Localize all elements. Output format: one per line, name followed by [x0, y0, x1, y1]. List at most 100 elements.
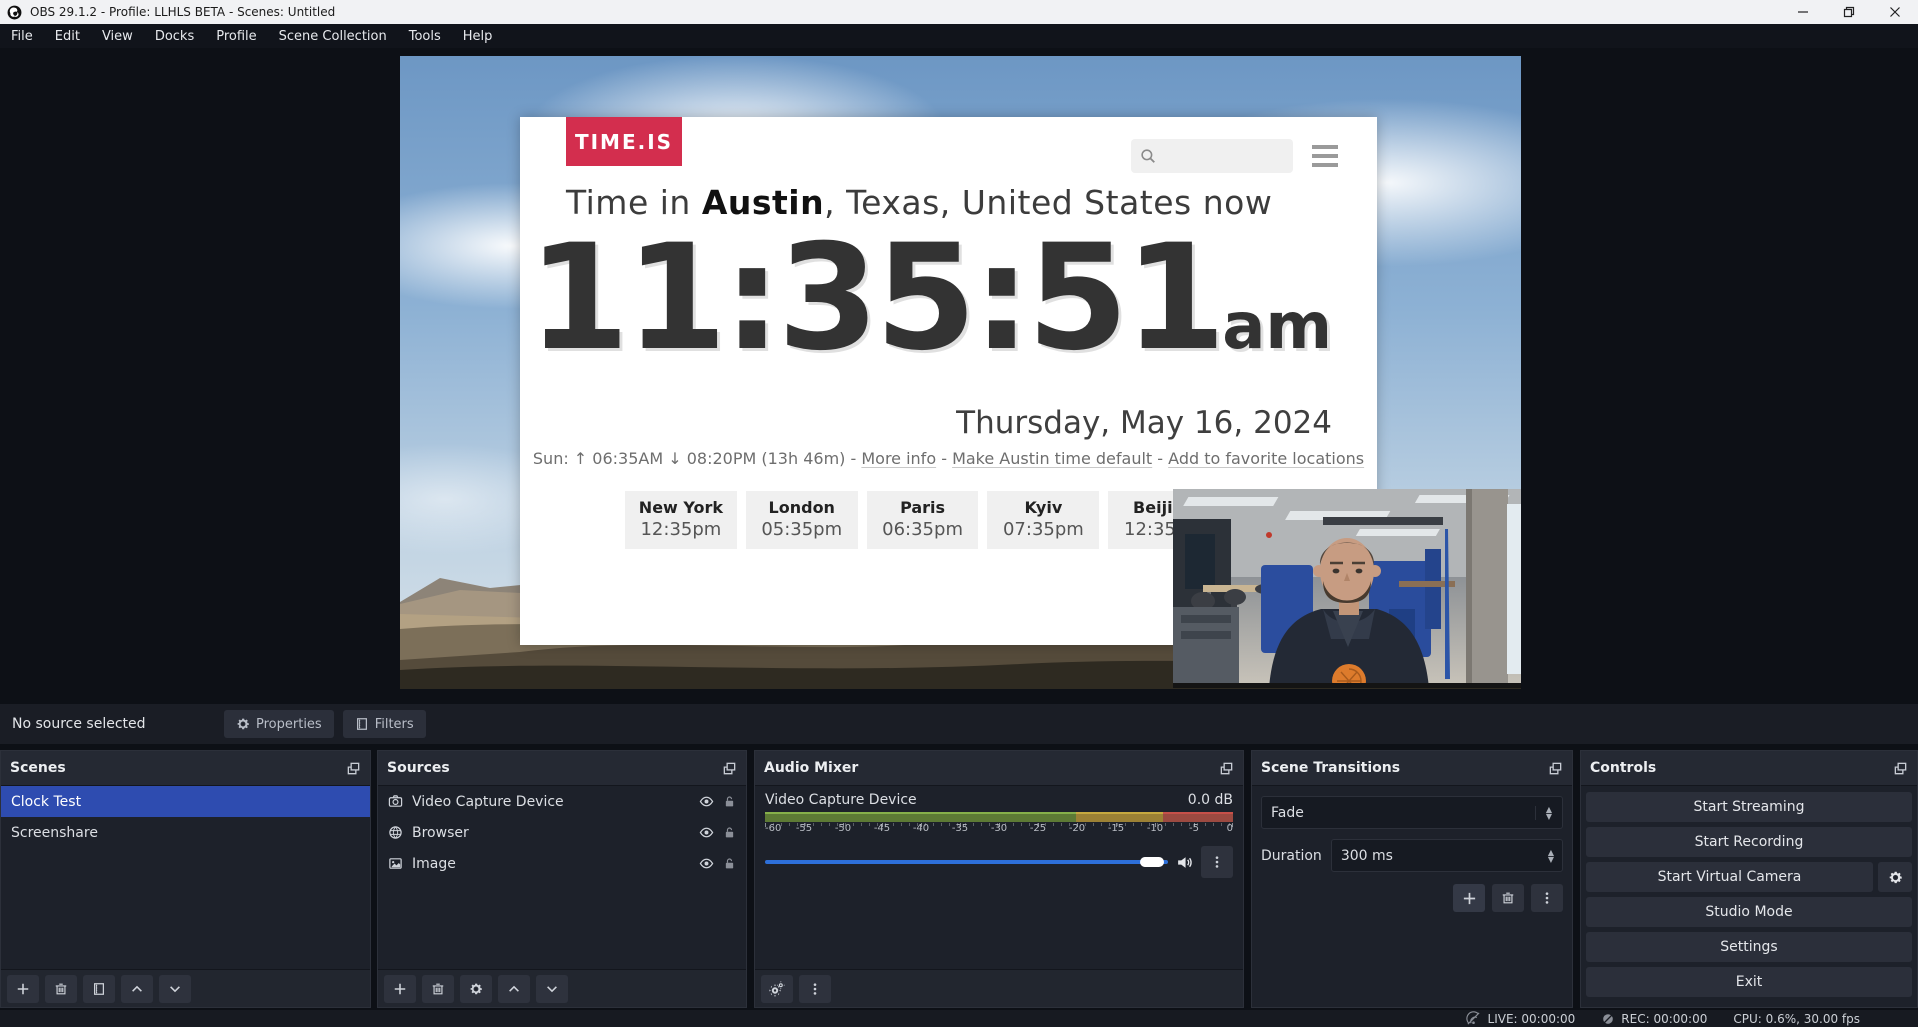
- mixer-menu-kebab-button[interactable]: [799, 975, 831, 1003]
- menu-profile[interactable]: Profile: [205, 24, 267, 48]
- volume-meter: [765, 812, 1233, 822]
- city-kyiv[interactable]: Kyiv07:35pm: [987, 491, 1099, 549]
- window-titlebar[interactable]: OBS 29.1.2 - Profile: LLHLS BETA - Scene…: [0, 0, 1918, 24]
- popout-icon[interactable]: [346, 761, 361, 776]
- advanced-audio-button[interactable]: [761, 975, 793, 1003]
- search-icon: [1139, 147, 1157, 165]
- globe-icon: [388, 825, 403, 840]
- lock-icon[interactable]: [723, 795, 736, 808]
- menu-bar: File Edit View Docks Profile Scene Colle…: [0, 24, 1918, 48]
- source-item-video-capture[interactable]: Video Capture Device: [378, 786, 746, 817]
- transitions-title: Scene Transitions: [1261, 760, 1400, 776]
- visibility-eye-icon[interactable]: [699, 856, 714, 871]
- timeis-logo[interactable]: TIME.IS: [566, 117, 682, 166]
- volume-slider-handle[interactable]: [1140, 857, 1164, 867]
- obs-logo-icon: [7, 5, 22, 20]
- preview-workspace: TIME.IS Time in Austin, Texas, United St…: [0, 48, 1918, 704]
- menu-file[interactable]: File: [0, 24, 44, 48]
- menu-help[interactable]: Help: [452, 24, 504, 48]
- popout-icon[interactable]: [1893, 761, 1908, 776]
- sun-times: Sun: ↑ 06:35AM ↓ 08:20PM (13h 46m) -: [533, 449, 861, 468]
- menu-tools[interactable]: Tools: [398, 24, 452, 48]
- duration-label: Duration: [1261, 848, 1322, 864]
- clock-display: 11:35:51am: [520, 225, 1340, 371]
- more-info-link[interactable]: More info: [861, 449, 936, 468]
- city-london[interactable]: London05:35pm: [746, 491, 858, 549]
- no-source-label: No source selected: [12, 716, 224, 732]
- menu-view[interactable]: View: [91, 24, 144, 48]
- source-item-browser[interactable]: Browser: [378, 817, 746, 848]
- city-paris[interactable]: Paris06:35pm: [867, 491, 979, 549]
- scene-item-clock-test[interactable]: Clock Test: [1, 786, 370, 817]
- volume-slider[interactable]: [765, 856, 1168, 868]
- filters-icon: [355, 717, 369, 731]
- search-input[interactable]: [1131, 139, 1293, 173]
- webcam-overlay[interactable]: [1173, 489, 1521, 688]
- meter-scale: -60 -55 -50 -45 -40 -35 -30 -25 -20 -15 …: [765, 823, 1233, 839]
- start-recording-button[interactable]: Start Recording: [1586, 827, 1912, 857]
- virtual-camera-settings-button[interactable]: [1878, 862, 1912, 892]
- menu-docks[interactable]: Docks: [144, 24, 205, 48]
- popout-icon[interactable]: [722, 761, 737, 776]
- add-source-button[interactable]: [384, 975, 416, 1003]
- lock-icon[interactable]: [723, 857, 736, 870]
- visibility-eye-icon[interactable]: [699, 794, 714, 809]
- remove-source-button[interactable]: [422, 975, 454, 1003]
- remove-transition-button[interactable]: [1492, 884, 1524, 912]
- scene-move-down-button[interactable]: [159, 975, 191, 1003]
- menu-scene-collection[interactable]: Scene Collection: [268, 24, 398, 48]
- make-default-link[interactable]: Make Austin time default: [952, 449, 1152, 468]
- remove-scene-button[interactable]: [45, 975, 77, 1003]
- popout-icon[interactable]: [1548, 761, 1563, 776]
- mixer-db-value: 0.0 dB: [1188, 792, 1233, 808]
- city-newyork[interactable]: New York12:35pm: [625, 491, 737, 549]
- camera-icon: [388, 794, 403, 809]
- sources-title: Sources: [387, 760, 450, 776]
- popout-icon[interactable]: [1219, 761, 1234, 776]
- scene-filters-button[interactable]: [83, 975, 115, 1003]
- transition-properties-kebab-button[interactable]: [1531, 884, 1563, 912]
- record-status-icon: [1601, 1012, 1615, 1026]
- start-streaming-button[interactable]: Start Streaming: [1586, 792, 1912, 822]
- scenes-panel: Scenes Clock Test Screenshare: [0, 750, 371, 1008]
- filters-button[interactable]: Filters: [343, 710, 426, 738]
- start-virtual-camera-button[interactable]: Start Virtual Camera: [1586, 862, 1873, 892]
- close-button[interactable]: [1872, 0, 1918, 24]
- scene-move-up-button[interactable]: [121, 975, 153, 1003]
- source-properties-button[interactable]: [460, 975, 492, 1003]
- add-transition-button[interactable]: [1453, 884, 1485, 912]
- restore-button[interactable]: [1826, 0, 1872, 24]
- properties-button[interactable]: Properties: [224, 710, 334, 738]
- add-favorite-link[interactable]: Add to favorite locations: [1168, 449, 1364, 468]
- visibility-eye-icon[interactable]: [699, 825, 714, 840]
- date-display: Thursday, May 16, 2024: [520, 405, 1332, 441]
- sources-panel: Sources Video Capture Device Browser Ima…: [377, 750, 747, 1008]
- chevron-up-down-icon: ▲▼: [1535, 806, 1562, 820]
- selected-source-toolbar: No source selected Properties Filters: [0, 704, 1918, 744]
- preview-canvas[interactable]: TIME.IS Time in Austin, Texas, United St…: [400, 56, 1521, 689]
- source-move-down-button[interactable]: [536, 975, 568, 1003]
- window-title: OBS 29.1.2 - Profile: LLHLS BETA - Scene…: [30, 5, 335, 19]
- rec-time: REC: 00:00:00: [1621, 1012, 1707, 1026]
- spinner-arrows-icon[interactable]: ▲▼: [1540, 849, 1562, 863]
- image-icon: [388, 856, 403, 871]
- exit-button[interactable]: Exit: [1586, 967, 1912, 997]
- minimize-button[interactable]: [1780, 0, 1826, 24]
- audio-mixer-title: Audio Mixer: [764, 760, 858, 776]
- settings-button[interactable]: Settings: [1586, 932, 1912, 962]
- menu-edit[interactable]: Edit: [44, 24, 91, 48]
- speaker-icon[interactable]: [1176, 854, 1193, 871]
- dock-area: Scenes Clock Test Screenshare Sources Vi…: [0, 750, 1918, 1010]
- source-move-up-button[interactable]: [498, 975, 530, 1003]
- add-scene-button[interactable]: [7, 975, 39, 1003]
- sun-info-line: Sun: ↑ 06:35AM ↓ 08:20PM (13h 46m) - Mor…: [520, 449, 1377, 468]
- duration-spinner[interactable]: 300 ms ▲▼: [1331, 839, 1563, 872]
- source-item-image[interactable]: Image: [378, 848, 746, 879]
- lock-icon[interactable]: [723, 826, 736, 839]
- hamburger-menu-icon[interactable]: [1312, 145, 1338, 167]
- mixer-options-kebab-button[interactable]: [1201, 846, 1233, 878]
- transition-select[interactable]: Fade ▲▼: [1261, 796, 1563, 829]
- studio-mode-button[interactable]: Studio Mode: [1586, 897, 1912, 927]
- scenes-title: Scenes: [10, 760, 66, 776]
- scene-item-screenshare[interactable]: Screenshare: [1, 817, 370, 848]
